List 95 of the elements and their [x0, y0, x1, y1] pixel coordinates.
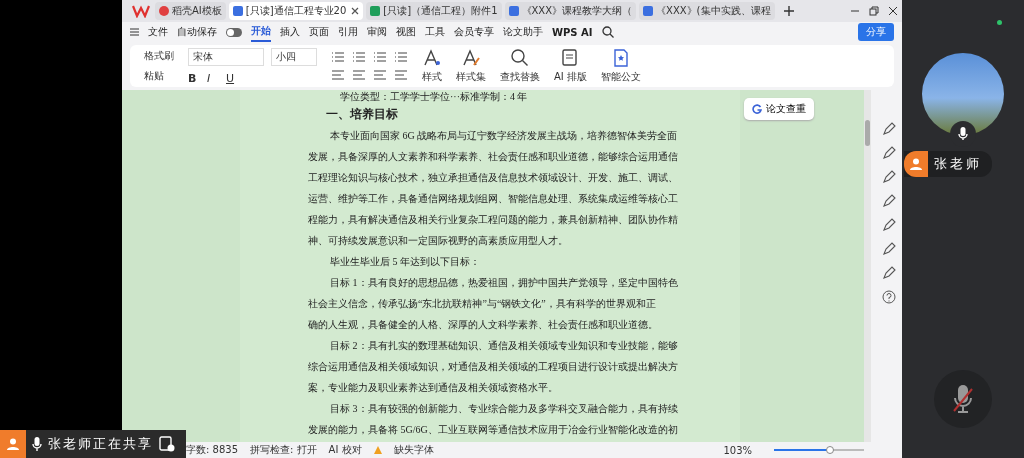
- list-icon[interactable]: [352, 51, 366, 63]
- paste-button[interactable]: 粘贴: [144, 69, 174, 83]
- ribbon-tab[interactable]: 工具: [425, 23, 445, 41]
- screen-share-icon[interactable]: [159, 436, 175, 452]
- format-painter-button[interactable]: 格式刷: [144, 49, 174, 63]
- document-tab[interactable]: 《XXX》课程教学大纲（: [504, 2, 637, 20]
- search-icon[interactable]: [601, 26, 614, 38]
- document-tab[interactable]: [只读]通信工程专业20: [228, 2, 364, 20]
- document-tab[interactable]: [只读]（通信工程）附件1: [366, 2, 502, 20]
- paragraph-line: 发展，具备深厚的人文素养和科学素养、社会责任感和职业道德，能够综合运用通信: [308, 150, 678, 164]
- align-icon[interactable]: [331, 69, 345, 81]
- paragraph-line: 目标 1：具有良好的思想品德，热爱祖国，拥护中国共产党领导，坚定中国特色: [329, 276, 678, 290]
- paragraph-line: 神、可持续发展意识和一定国际视野的高素质应用型人才。: [308, 234, 568, 248]
- document-text: 学位类型：工学学士学位···标准学制：4 年: [339, 90, 529, 104]
- paragraph-line: 运营、维护等工作，具备通信网络规划组网、智能信息处理、系统集成运维等核心工: [308, 192, 678, 206]
- tool-icon[interactable]: [881, 146, 896, 160]
- document-type-icon: [370, 6, 381, 16]
- document-type-icon: [159, 6, 169, 16]
- format-button[interactable]: U: [226, 71, 238, 85]
- participant-name-tag: 张老师: [904, 151, 992, 177]
- ribbon-tab[interactable]: 论文助手: [503, 23, 543, 41]
- tool-icon[interactable]: [881, 266, 896, 280]
- paragraph-line: 确的人生观，具备健全的人格、深厚的人文科学素养、社会责任感和职业道德。: [308, 318, 658, 332]
- share-button[interactable]: 分享: [858, 23, 894, 41]
- ribbon-tab[interactable]: 审阅: [367, 23, 387, 41]
- ai-layout-button[interactable]: AI 排版: [554, 48, 587, 84]
- tool-icon[interactable]: [881, 170, 896, 184]
- tool-icon[interactable]: [881, 194, 896, 208]
- person-icon: [0, 430, 26, 458]
- paragraph-line: 工程理论知识与核心技术，独立承担通信及信息技术领域设计、开发、施工、调试、: [308, 171, 678, 185]
- paragraph-line: 本专业面向国家 6G 战略布局与辽宁数字经济发展主战场，培养德智体美劳全面: [329, 129, 678, 143]
- word-count[interactable]: 字数: 8835: [186, 443, 238, 457]
- paragraph-line: 社会主义信念，传承弘扬“东北抗联精神”与“钢铁文化”，具有科学的世界观和正: [308, 297, 656, 311]
- align-icon[interactable]: [373, 69, 387, 81]
- paragraph-line: 综合运用通信及相关领域知识，对通信及相关领域的工程项目进行设计或提出解决方: [308, 360, 678, 374]
- wps-ai-tab[interactable]: WPS AI: [552, 24, 593, 40]
- spell-check-status[interactable]: 拼写检查: 打开: [250, 443, 317, 457]
- person-icon: [904, 151, 928, 177]
- find-replace-button[interactable]: 查找替换: [500, 48, 540, 84]
- ribbon-tab[interactable]: 视图: [396, 23, 416, 41]
- paragraph-line: 程能力，具有解决通信及相关行业复杂工程问题的能力，兼具创新精神、团队协作精: [308, 213, 678, 227]
- brush-icon: [461, 48, 481, 68]
- document-tab[interactable]: 稻壳AI模板: [155, 2, 226, 20]
- styles-button[interactable]: 样式: [422, 48, 442, 84]
- restore-icon[interactable]: [869, 6, 879, 16]
- document-type-icon: [643, 6, 654, 16]
- autosave-toggle[interactable]: [226, 27, 242, 37]
- format-button[interactable]: B: [188, 71, 200, 85]
- microphone-icon: [32, 436, 42, 452]
- document-type-icon: [508, 6, 519, 16]
- ribbon-tab[interactable]: 引用: [338, 23, 358, 41]
- missing-font-warning[interactable]: 缺失字体: [393, 443, 434, 457]
- autosave-label: 自动保存: [177, 25, 217, 39]
- paragraph-line: 目标 3：具有较强的创新能力、专业综合能力及多学科交叉融合能力，具有持续: [329, 402, 678, 416]
- microphone-icon: [952, 383, 974, 415]
- ribbon-tab[interactable]: 开始: [251, 22, 271, 42]
- font-size-dropdown[interactable]: 小四: [271, 47, 317, 66]
- scrollbar-thumb[interactable]: [865, 120, 870, 146]
- paragraph-line: 发展的能力，具备将 5G/6G、工业互联网等通信技术应用于冶金行业智能化改造的初: [308, 423, 678, 437]
- section-heading: 一、培养目标: [325, 106, 399, 123]
- menu-icon[interactable]: [130, 28, 139, 36]
- paragraph-line: 毕业生毕业后 5 年达到以下目标：: [329, 255, 480, 269]
- ai-proofread-button[interactable]: AI 校对: [328, 443, 362, 457]
- plagiarism-check-button[interactable]: 论文查重: [744, 98, 814, 120]
- smart-document-button[interactable]: 智能公文: [600, 48, 641, 84]
- warning-icon: [373, 446, 382, 454]
- close-icon[interactable]: [351, 7, 360, 15]
- sharing-text: 张老师正在共享: [48, 435, 153, 453]
- status-dot: [997, 20, 1002, 25]
- paragraph-line: 案，专业能力及职业素养达到通信及相关领域资格水平。: [308, 381, 558, 395]
- ribbon-tab[interactable]: 页面: [309, 23, 329, 41]
- tool-icon[interactable]: [881, 242, 896, 256]
- list-icon[interactable]: [373, 51, 387, 63]
- font-dropdown[interactable]: 宋体: [188, 47, 264, 66]
- format-button[interactable]: I: [207, 71, 219, 85]
- text-style-icon: [422, 48, 442, 68]
- search-icon: [510, 48, 530, 68]
- style-set-button[interactable]: 样式集: [456, 48, 486, 84]
- list-icon[interactable]: [331, 51, 345, 63]
- document-type-icon: [232, 6, 243, 16]
- file-menu[interactable]: 文件: [148, 25, 168, 39]
- wps-logo-icon[interactable]: [132, 4, 150, 18]
- zoom-level: 103%: [723, 444, 752, 456]
- document-tab[interactable]: 《XXX》(集中实践、课程: [639, 2, 775, 20]
- paragraph-line: 目标 2：具有扎实的数理基础知识、通信及相关领域专业知识和专业技能，能够: [329, 339, 678, 353]
- align-icon[interactable]: [394, 69, 408, 81]
- ribbon-tab[interactable]: 会员专享: [454, 23, 494, 41]
- align-icon[interactable]: [352, 69, 366, 81]
- help-icon[interactable]: [881, 290, 896, 304]
- tool-icon[interactable]: [881, 122, 896, 136]
- ribbon-tab[interactable]: 插入: [280, 23, 300, 41]
- plus-icon[interactable]: [783, 6, 794, 16]
- tool-icon[interactable]: [881, 218, 896, 232]
- close-icon[interactable]: [888, 6, 898, 16]
- list-icon[interactable]: [394, 51, 408, 63]
